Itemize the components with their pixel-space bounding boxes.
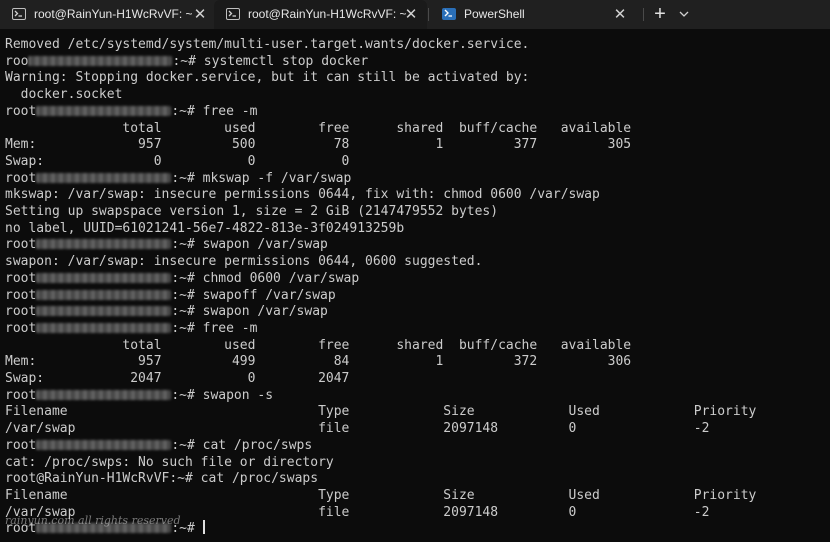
prompt-prefix: root [5,103,37,119]
terminal-line: docker.socket [5,87,123,103]
terminal-line: no label, UUID=61021241-56e7-4822-813e-3… [5,220,405,236]
redacted-hostname [28,55,173,66]
terminal-line: /var/swap file 2097148 0 -2 [5,421,710,437]
command-text: :~# swapoff /var/swap [171,287,336,303]
tab-divider [428,8,429,21]
redacted-hostname [36,306,172,317]
redacted-hostname [36,105,172,116]
prompt-prefix: roo [5,53,29,69]
terminal-line: root :~# chmod 0600 /var/swap [5,270,359,287]
redacted-hostname [36,272,172,283]
text-cursor [203,520,205,534]
command-text: :~# free -m [171,103,258,119]
terminal-icon [12,8,26,20]
redacted-hostname [36,172,172,183]
terminal-line: total used free shared buff/cache availa… [5,337,632,353]
powershell-icon [442,8,456,20]
prompt-prefix: root [5,304,37,320]
terminal-pane[interactable]: Removed /etc/systemd/system/multi-user.t… [0,29,830,542]
terminal-line: root :~# swapon -s [5,387,273,404]
terminal-line: root :~# swapon /var/swap [5,303,328,320]
terminal-line: root :~# cat /proc/swps [5,437,312,454]
terminal-line: root :~# swapoff /var/swap [5,287,336,304]
terminal-line: Warning: Stopping docker.service, but it… [5,70,530,86]
terminal-line: root :~# mkswap -f /var/swap [5,170,351,187]
tab-powershell[interactable]: PowerShell ✕ [430,0,640,29]
terminal-line: Removed /etc/systemd/system/multi-user.t… [5,37,530,52]
command-text: :~# systemctl stop docker [172,53,369,69]
watermark: rainyun.com all rights reserved [5,514,181,527]
command-text: :~# swapon /var/swap [171,304,328,320]
terminal-line: Filename Type Size Used Priority [5,404,757,420]
prompt-prefix: root [5,237,37,253]
command-text: :~# swapon /var/swap [171,237,328,253]
terminal-line: Swap: 2047 0 2047 [5,371,350,386]
terminal-line: root@RainYun-H1WcRvVF:~# cat /proc/swaps [5,471,319,487]
tab-title: root@RainYun-H1WcRvVF: ~ [34,7,193,21]
terminal-line: root :~# free -m [5,103,257,120]
tab-terminal-1[interactable]: root@RainYun-H1WcRvVF: ~ ✕ [0,0,213,29]
terminal-line: mkswap: /var/swap: insecure permissions … [5,187,600,203]
redacted-hostname [36,289,172,300]
new-tab-button[interactable]: + [650,2,670,27]
tab-bar: root@RainYun-H1WcRvVF: ~ ✕ root@RainYun-… [0,0,830,29]
prompt-prefix: root [5,387,37,403]
redacted-hostname [36,239,172,250]
terminal-line: root :~# free -m [5,320,257,337]
terminal-icon [226,8,240,20]
terminal-line: total used free shared buff/cache availa… [5,120,632,136]
terminal-line: Swap: 0 0 0 [5,153,350,169]
prompt-prefix: root [5,320,37,336]
terminal-line: Mem: 957 500 78 1 377 305 [5,137,632,153]
terminal-line: roo :~# systemctl stop docker [5,53,368,70]
chevron-down-icon[interactable] [677,2,691,27]
command-text: :~# free -m [171,320,258,336]
terminal-line: Setting up swapspace version 1, size = 2… [5,204,499,219]
terminal-line: Mem: 957 499 84 1 372 306 [5,354,632,370]
redacted-hostname [36,389,172,400]
command-text: :~# mkswap -f /var/swap [171,170,352,186]
tab-title: PowerShell [464,7,525,21]
terminal-line: root :~# swapon /var/swap [5,236,328,253]
tab-terminal-2[interactable]: root@RainYun-H1WcRvVF: ~ ✕ [214,0,427,29]
redacted-hostname [36,322,172,333]
command-text: :~# cat /proc/swps [171,437,313,453]
prompt-prefix: root [5,437,37,453]
command-text: :~# swapon -s [171,387,274,403]
terminal-line: cat: /proc/swps: No such file or directo… [5,454,334,470]
prompt-prefix: root [5,170,37,186]
tab-title: root@RainYun-H1WcRvVF: ~ [248,7,407,21]
prompt-prefix: root [5,270,37,286]
tab-divider [643,8,644,21]
terminal-line: Filename Type Size Used Priority [5,487,757,503]
redacted-hostname [36,439,172,450]
command-text: :~# chmod 0600 /var/swap [171,270,360,286]
terminal-line: swapon: /var/swap: insecure permissions … [5,254,483,270]
close-icon[interactable]: ✕ [612,0,628,29]
close-icon[interactable]: ✕ [192,0,208,29]
prompt-prefix: root [5,287,37,303]
close-icon[interactable]: ✕ [403,0,419,29]
